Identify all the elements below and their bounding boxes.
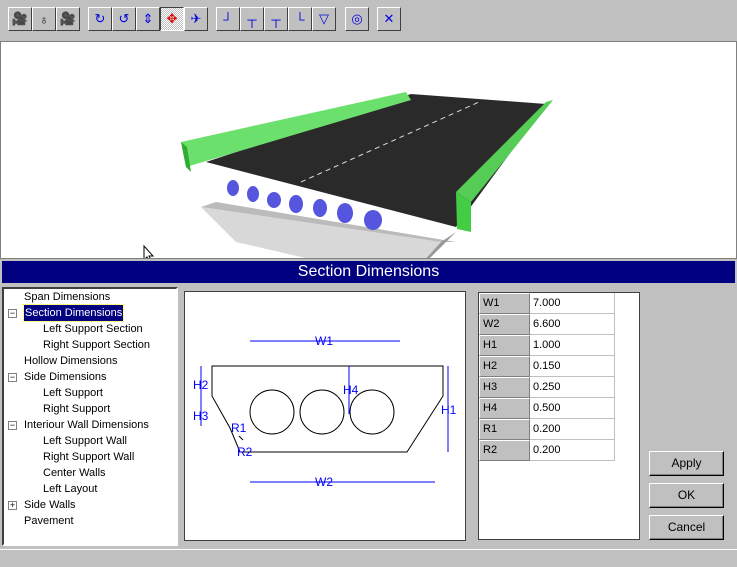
param-name: H1 (479, 335, 530, 356)
tree-item[interactable]: Side Dimensions (24, 369, 107, 385)
dimension-tree[interactable]: Span Dimensions − Section Dimensions Left S… (2, 287, 178, 546)
section-3-icon: ┬ (271, 11, 281, 27)
param-value-input[interactable]: 0.200 (530, 419, 615, 440)
status-bar (0, 549, 737, 567)
light-icon: ♁ (39, 11, 49, 27)
section-5-icon: ▽ (319, 11, 329, 26)
r2-label: R2 (237, 445, 253, 459)
rotate-x-icon: ↻ (94, 11, 106, 26)
move-button[interactable]: ✥ (160, 7, 184, 31)
fly-button[interactable]: ✈ (184, 7, 208, 31)
table-row: R1 0.200 (479, 419, 615, 440)
tree-item[interactable]: Right Support (43, 401, 110, 417)
tree-item[interactable]: Section Dimensions (22, 304, 125, 322)
table-row: H1 1.000 (479, 335, 615, 356)
section-5-button[interactable]: ▽ (312, 7, 336, 31)
param-name: H2 (479, 356, 530, 377)
light-button[interactable]: ♁ (32, 7, 56, 31)
param-name: R1 (479, 419, 530, 440)
tree-item[interactable]: Right Support Section (43, 337, 150, 353)
window-close-icon: ✕ (383, 11, 395, 26)
param-name: H4 (479, 398, 530, 419)
tree-item[interactable]: Interiour Wall Dimensions (24, 417, 149, 433)
hollow-section-icon: ◎ (351, 11, 363, 26)
w2-label: W2 (315, 475, 333, 489)
tree-item[interactable]: Left Support (43, 385, 103, 401)
section-title: Section Dimensions (2, 261, 735, 283)
param-name: R2 (479, 440, 530, 461)
param-name: W2 (479, 314, 530, 335)
hollow-section-button[interactable]: ◎ (345, 7, 369, 31)
tree-expander-icon[interactable]: − (8, 309, 17, 318)
tree-item[interactable]: Side Walls (24, 497, 76, 513)
3d-viewport[interactable] (0, 41, 737, 280)
table-row: H3 0.250 (479, 377, 615, 398)
table-row: H2 0.150 (479, 356, 615, 377)
camera-1-icon: 🎥 (11, 11, 29, 26)
param-value-input[interactable]: 0.500 (530, 398, 615, 419)
param-value-input[interactable]: 0.150 (530, 356, 615, 377)
section-1-button[interactable]: ┘ (216, 7, 240, 31)
fly-icon: ✈ (190, 11, 202, 26)
param-value-input[interactable]: 1.000 (530, 335, 615, 356)
apply-button[interactable]: Apply (649, 451, 724, 476)
r1-label: R1 (231, 421, 247, 435)
h1-label: H1 (441, 403, 457, 417)
tree-item[interactable]: Left Support Wall (43, 433, 127, 449)
camera-2-icon: 🎥 (59, 11, 77, 26)
camera-1-button[interactable]: 🎥 (8, 7, 32, 31)
h2-label: H2 (193, 378, 209, 392)
camera-2-button[interactable]: 🎥 (56, 7, 80, 31)
param-value-input[interactable]: 7.000 (530, 293, 615, 314)
tree-expander-icon[interactable]: + (8, 501, 17, 510)
table-row: W2 6.600 (479, 314, 615, 335)
tree-item[interactable]: Left Layout (43, 481, 97, 497)
section-1-icon: ┘ (223, 11, 233, 27)
rotate-x-button[interactable]: ↻ (88, 7, 112, 31)
param-value-input[interactable]: 6.600 (530, 314, 615, 335)
section-4-button[interactable]: └ (288, 7, 312, 31)
cancel-button[interactable]: Cancel (649, 515, 724, 540)
tree-expander-icon[interactable]: − (8, 421, 17, 430)
param-value-input[interactable]: 0.200 (530, 440, 615, 461)
rotate-y-button[interactable]: ↺ (112, 7, 136, 31)
section-3-button[interactable]: ┬ (264, 7, 288, 31)
param-name: W1 (479, 293, 530, 314)
tree-expander-icon[interactable]: − (8, 373, 17, 382)
tree-item[interactable]: Pavement (24, 513, 74, 529)
section-4-icon: └ (295, 11, 305, 27)
lift-button[interactable]: ⇕ (136, 7, 160, 31)
bridge-3d-model (143, 92, 553, 280)
section-2-icon: ┬ (247, 11, 257, 27)
rotate-y-icon: ↺ (118, 11, 130, 26)
tree-item[interactable]: Right Support Wall (43, 449, 134, 465)
param-value-input[interactable]: 0.250 (530, 377, 615, 398)
tree-item[interactable]: Left Support Section (43, 321, 143, 337)
section-2-button[interactable]: ┬ (240, 7, 264, 31)
window-close-button[interactable]: ✕ (377, 7, 401, 31)
table-row: H4 0.500 (479, 398, 615, 419)
section-diagram: W1 W2 H1 H2 H3 H4 R1 R2 (184, 291, 466, 541)
w1-label: W1 (315, 334, 333, 348)
table-row: R2 0.200 (479, 440, 615, 461)
h3-label: H3 (193, 409, 209, 423)
table-row: W1 7.000 (479, 293, 615, 314)
tree-item[interactable]: Center Walls (43, 465, 106, 481)
param-name: H3 (479, 377, 530, 398)
ok-button[interactable]: OK (649, 483, 724, 508)
tree-item[interactable]: Hollow Dimensions (24, 353, 118, 369)
tree-item[interactable]: Span Dimensions (24, 289, 110, 305)
h4-label: H4 (343, 383, 359, 397)
move-icon: ✥ (166, 11, 178, 26)
lift-icon: ⇕ (142, 11, 154, 26)
parameter-table[interactable]: W1 7.000 W2 6.600 H1 1.000 H2 0.150 H3 0.250 H4 0.5… (478, 292, 640, 540)
